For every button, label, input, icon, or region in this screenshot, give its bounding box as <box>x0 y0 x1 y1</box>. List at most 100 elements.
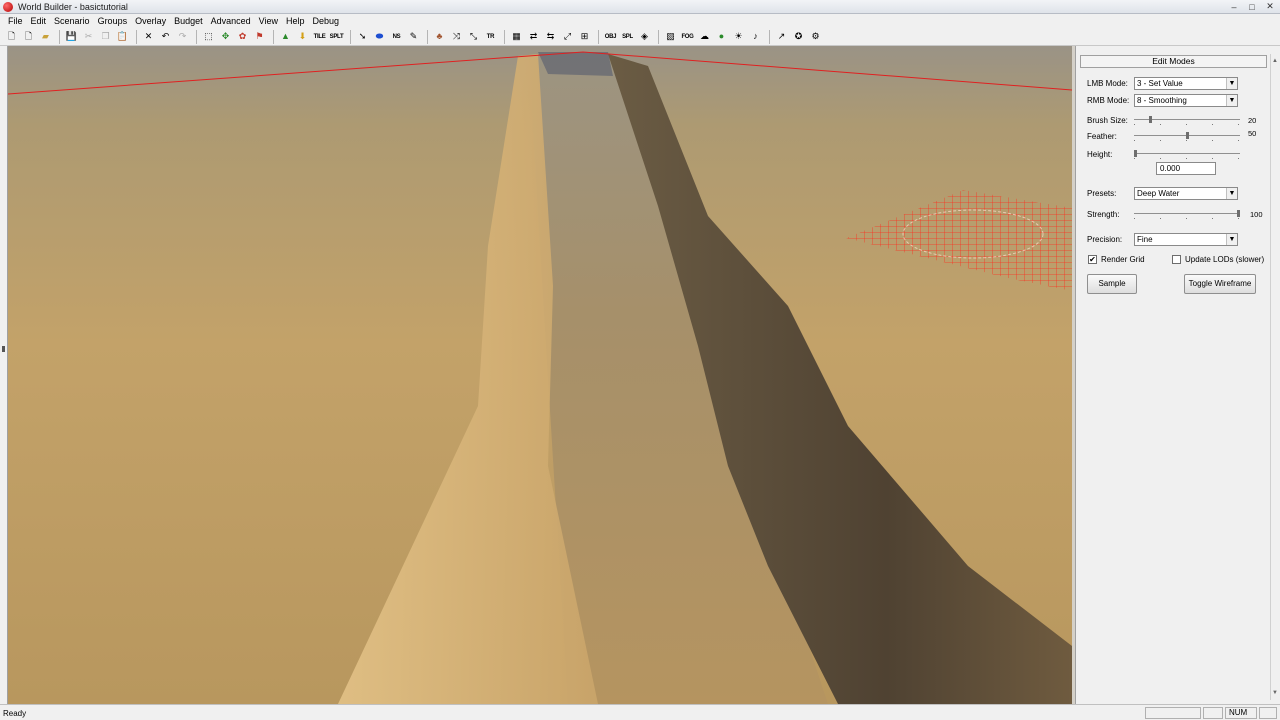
layers-icon[interactable]: ⊞ <box>577 29 592 44</box>
sample-button[interactable]: Sample <box>1087 274 1137 294</box>
close-button[interactable]: ✕ <box>1264 1 1276 12</box>
scroll-down-icon[interactable]: ▼ <box>1272 690 1278 696</box>
lighting-icon[interactable]: ☀ <box>731 29 746 44</box>
slider-thumb[interactable] <box>1186 132 1189 139</box>
splat-tool-icon[interactable]: SPLT <box>329 29 344 44</box>
menu-advanced[interactable]: Advanced <box>207 16 255 26</box>
move-object-icon[interactable]: ✥ <box>218 29 233 44</box>
water-tool-icon[interactable]: ⬬ <box>372 29 387 44</box>
edit-modes-header: Edit Modes <box>1080 55 1267 68</box>
toggle-wireframe-button[interactable]: Toggle Wireframe <box>1184 274 1256 294</box>
chevron-down-icon: ▼ <box>1226 234 1237 245</box>
globe-icon[interactable]: ● <box>714 29 729 44</box>
redo-icon[interactable]: ↷ <box>175 29 190 44</box>
ns-tool-icon[interactable]: NS <box>389 29 404 44</box>
panel-scrollbar[interactable]: ▲ ▼ <box>1270 54 1278 700</box>
strength-value: 100 <box>1250 210 1263 219</box>
precision-value: Fine <box>1137 235 1153 244</box>
toolbar-separator <box>598 29 599 44</box>
fog-toggle-icon[interactable]: FOG <box>680 29 695 44</box>
grid-icon[interactable]: ▦ <box>509 29 524 44</box>
arrows-in-icon[interactable]: ⇄ <box>526 29 541 44</box>
precision-select[interactable]: Fine ▼ <box>1134 233 1238 246</box>
menu-debug[interactable]: Debug <box>309 16 344 26</box>
path-icon[interactable]: ↗ <box>774 29 789 44</box>
menu-help[interactable]: Help <box>282 16 309 26</box>
misc-icon[interactable]: ⚙ <box>808 29 823 44</box>
slider-thumb[interactable] <box>1237 210 1240 217</box>
terrain-viewport[interactable] <box>8 46 1072 704</box>
lmb-mode-select[interactable]: 3 - Set Value ▼ <box>1134 77 1238 90</box>
terrain-lower-icon[interactable]: ⬇ <box>295 29 310 44</box>
edit-modes-panel: Edit Modes ▲ ▼ LMB Mode: 3 - Set Value ▼… <box>1075 46 1280 704</box>
menu-view[interactable]: View <box>255 16 282 26</box>
maximize-button[interactable]: □ <box>1246 1 1258 12</box>
menu-groups[interactable]: Groups <box>94 16 132 26</box>
menu-edit[interactable]: Edit <box>27 16 51 26</box>
open-folder-icon[interactable]: ▰ <box>38 29 53 44</box>
tree-tool-icon[interactable]: ♣ <box>432 29 447 44</box>
waypoint-tool-icon[interactable]: ⤨ <box>449 29 464 44</box>
scroll-up-icon[interactable]: ▲ <box>1272 58 1278 64</box>
toolbar-separator <box>59 29 60 44</box>
update-lods-checkbox[interactable] <box>1172 255 1181 264</box>
menu-file[interactable]: File <box>4 16 27 26</box>
hatch-icon[interactable]: ▧ <box>663 29 678 44</box>
height-slider[interactable] <box>1134 150 1240 162</box>
presets-select[interactable]: Deep Water ▼ <box>1134 187 1238 200</box>
feather-label: Feather: <box>1087 132 1117 141</box>
delete-icon[interactable]: ✕ <box>141 29 156 44</box>
brush-size-slider[interactable] <box>1134 116 1240 128</box>
precision-label: Precision: <box>1087 235 1123 244</box>
terrain-raise-icon[interactable]: ▲ <box>278 29 293 44</box>
slider-thumb[interactable] <box>1149 116 1152 123</box>
presets-label: Presets: <box>1087 189 1117 198</box>
rmb-mode-value: 8 - Smoothing <box>1137 96 1187 105</box>
presets-value: Deep Water <box>1137 189 1180 198</box>
brush-size-value: 20 <box>1248 116 1257 125</box>
render-grid-checkbox[interactable]: ✔ <box>1088 255 1097 264</box>
cut-icon[interactable]: ✂ <box>81 29 96 44</box>
status-pane-caps <box>1203 707 1223 719</box>
paint-icon[interactable]: ✿ <box>235 29 250 44</box>
copy-icon[interactable]: ❐ <box>98 29 113 44</box>
flag-icon[interactable]: ⚑ <box>252 29 267 44</box>
link-tool-icon[interactable]: ⤡ <box>466 29 481 44</box>
undo-icon[interactable]: ↶ <box>158 29 173 44</box>
status-num-indicator: NUM <box>1225 707 1257 719</box>
road-tool-icon[interactable]: ➘ <box>355 29 370 44</box>
obj-toggle-icon[interactable]: OBJ <box>603 29 618 44</box>
status-pane-empty <box>1145 707 1201 719</box>
feather-value: 50 <box>1248 129 1257 138</box>
strength-slider[interactable] <box>1134 210 1240 222</box>
tile-tool-icon[interactable]: TILE <box>312 29 327 44</box>
menu-scenario[interactable]: Scenario <box>50 16 94 26</box>
slider-thumb[interactable] <box>1134 150 1137 157</box>
tr-tool-icon[interactable]: TR <box>483 29 498 44</box>
slider-track <box>1134 153 1240 154</box>
sky-icon[interactable]: ☁ <box>697 29 712 44</box>
spl-toggle-icon[interactable]: SPL <box>620 29 635 44</box>
height-input[interactable]: 0.000 <box>1156 162 1216 175</box>
render-grid-label: Render Grid <box>1101 255 1145 264</box>
minimize-button[interactable]: – <box>1228 1 1240 12</box>
paste-icon[interactable]: 📋 <box>115 29 130 44</box>
chevron-down-icon: ▼ <box>1226 188 1237 199</box>
rmb-mode-select[interactable]: 8 - Smoothing ▼ <box>1134 94 1238 107</box>
feather-slider[interactable] <box>1134 132 1240 144</box>
arrows-out-icon[interactable]: ⇆ <box>543 29 558 44</box>
zoom-extents-icon[interactable]: ⤢ <box>560 29 575 44</box>
left-splitter[interactable] <box>0 46 8 704</box>
new-file-icon[interactable]: 🗋 <box>4 29 19 44</box>
new-page-icon[interactable]: 🗋 <box>21 29 36 44</box>
slider-ticks <box>1134 140 1240 141</box>
menu-budget[interactable]: Budget <box>170 16 207 26</box>
compass-icon[interactable]: ✪ <box>791 29 806 44</box>
sound-icon[interactable]: ♪ <box>748 29 763 44</box>
save-icon[interactable]: 💾 <box>64 29 79 44</box>
rmb-mode-label: RMB Mode: <box>1087 96 1130 105</box>
select-icon[interactable]: ⬚ <box>201 29 216 44</box>
pen-tool-icon[interactable]: ✎ <box>406 29 421 44</box>
menu-overlay[interactable]: Overlay <box>131 16 170 26</box>
camera-icon[interactable]: ◈ <box>637 29 652 44</box>
